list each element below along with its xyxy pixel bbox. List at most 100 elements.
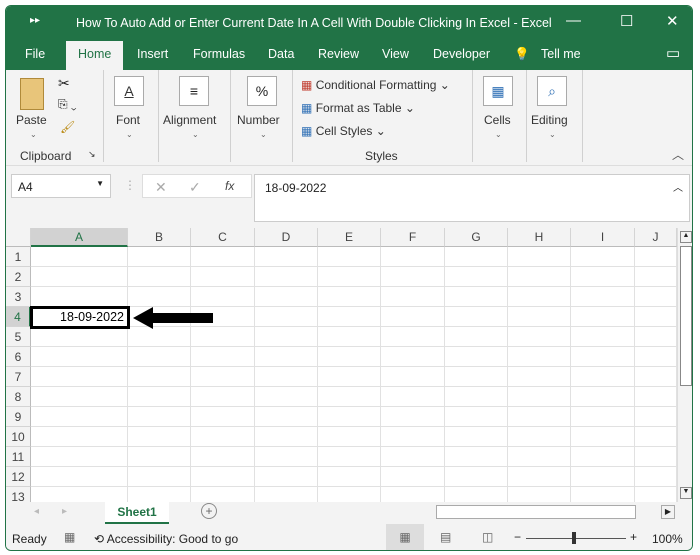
cell-A4[interactable]: 18-09-2022 xyxy=(30,306,130,329)
normal-view-icon[interactable]: ▦ xyxy=(386,524,424,550)
comment-icon[interactable]: ▭ xyxy=(666,44,680,62)
scroll-right-icon[interactable]: ▶ xyxy=(661,505,675,519)
column-header-F[interactable]: F xyxy=(381,228,445,247)
expand-formula-bar-icon[interactable]: ︿ xyxy=(673,179,683,194)
arrow-annotation xyxy=(133,307,215,332)
row-header-6[interactable]: 6 xyxy=(6,347,31,367)
tab-file[interactable]: File xyxy=(25,47,45,61)
search-icon[interactable]: ⌕ xyxy=(537,76,567,106)
accessibility-label: Accessibility: Good to go xyxy=(106,532,239,546)
zoom-out-button[interactable]: − xyxy=(514,530,521,544)
cells-group: ▦ Cells ⌄ xyxy=(473,70,527,162)
sheet-tab-sheet1[interactable]: Sheet1 xyxy=(105,502,169,524)
vertical-scrollbar[interactable]: ▲ ▼ xyxy=(677,228,692,502)
zoom-slider-handle[interactable] xyxy=(572,532,576,544)
name-box[interactable]: A4 ▼ xyxy=(11,174,111,198)
tab-developer[interactable]: Developer xyxy=(433,47,490,61)
font-icon[interactable]: A xyxy=(114,76,144,106)
zoom-slider[interactable] xyxy=(526,538,626,539)
tab-view[interactable]: View xyxy=(382,47,409,61)
tab-tell-me[interactable]: Tell me xyxy=(541,47,581,61)
next-sheet-icon[interactable]: ▸ xyxy=(62,506,67,517)
collapse-ribbon-icon[interactable]: ︿ xyxy=(672,146,684,163)
row-header-2[interactable]: 2 xyxy=(6,267,31,287)
close-button[interactable]: ✕ xyxy=(666,12,679,30)
cancel-icon[interactable]: ✕ xyxy=(155,179,167,196)
number-group: % Number ⌄ xyxy=(231,70,293,162)
clipboard-label: Clipboard xyxy=(20,149,72,163)
dialog-launcher-icon[interactable]: ↘ xyxy=(88,149,96,160)
row-header-3[interactable]: 3 xyxy=(6,287,31,307)
row-header-12[interactable]: 12 xyxy=(6,467,31,487)
row-header-5[interactable]: 5 xyxy=(6,327,31,347)
zoom-in-button[interactable]: + xyxy=(630,530,637,544)
tab-home[interactable]: Home xyxy=(66,41,124,70)
more-icon: ⋮ xyxy=(124,178,136,192)
column-header-J[interactable]: J xyxy=(635,228,677,247)
cut-icon[interactable]: ✂ xyxy=(58,75,70,92)
select-all-corner[interactable] xyxy=(6,228,31,247)
alignment-button[interactable]: Alignment xyxy=(163,113,216,127)
prev-sheet-icon[interactable]: ◂ xyxy=(34,506,39,517)
column-header-C[interactable]: C xyxy=(191,228,255,247)
row-header-8[interactable]: 8 xyxy=(6,387,31,407)
paste-icon[interactable] xyxy=(20,78,44,110)
tab-formulas[interactable]: Formulas xyxy=(193,47,245,61)
column-header-H[interactable]: H xyxy=(508,228,571,247)
formula-buttons: ✕ ✓ fx xyxy=(142,174,252,198)
insert-function-button[interactable]: fx xyxy=(225,179,234,193)
add-sheet-button[interactable]: + xyxy=(201,503,217,519)
alignment-icon[interactable]: ≡ xyxy=(179,76,209,106)
accessibility-status[interactable]: ⟲ Accessibility: Good to go xyxy=(94,532,238,546)
scroll-down-icon[interactable]: ▼ xyxy=(680,487,692,499)
row-header-4[interactable]: 4 xyxy=(6,307,31,327)
zoom-level[interactable]: 100% xyxy=(652,532,683,546)
chevron-down-icon[interactable]: ⌄ xyxy=(30,130,37,139)
column-header-A[interactable]: A xyxy=(31,228,128,247)
minimize-button[interactable]: — xyxy=(566,12,581,29)
maximize-button[interactable]: ☐ xyxy=(620,12,633,30)
enter-icon[interactable]: ✓ xyxy=(189,179,201,196)
window-title: How To Auto Add or Enter Current Date In… xyxy=(76,16,552,30)
column-header-E[interactable]: E xyxy=(318,228,381,247)
row-header-11[interactable]: 11 xyxy=(6,447,31,467)
scroll-thumb[interactable] xyxy=(680,246,692,386)
spreadsheet-grid[interactable]: A B C D E F G H I J 1 2 3 4 5 6 7 8 9 10 11 12 13 18-09-2022 ▲ ▼ xyxy=(6,228,692,507)
conditional-formatting-button[interactable]: ▦ Conditional Formatting ⌄ xyxy=(301,78,450,92)
tab-insert[interactable]: Insert xyxy=(137,47,168,61)
status-bar: Ready ▦ ⟲ Accessibility: Good to go ▦ ▤ … xyxy=(6,524,692,550)
row-header-10[interactable]: 10 xyxy=(6,427,31,447)
cells-icon[interactable]: ▦ xyxy=(483,76,513,106)
font-button[interactable]: Font xyxy=(116,113,140,127)
column-header-B[interactable]: B xyxy=(128,228,191,247)
number-button[interactable]: Number xyxy=(237,113,280,127)
horizontal-scrollbar[interactable] xyxy=(436,505,636,519)
editing-button[interactable]: Editing xyxy=(531,113,568,127)
row-header-7[interactable]: 7 xyxy=(6,367,31,387)
cells-button[interactable]: Cells xyxy=(484,113,511,127)
copy-icon[interactable]: ⎘ ⌄ xyxy=(58,97,77,112)
row-header-1[interactable]: 1 xyxy=(6,247,31,267)
format-as-table-button[interactable]: ▦ Format as Table ⌄ xyxy=(301,101,415,115)
format-painter-icon[interactable]: 🖌 xyxy=(60,120,75,134)
paste-button[interactable]: Paste xyxy=(16,113,47,127)
page-layout-icon[interactable]: ▤ xyxy=(440,530,451,544)
row-header-9[interactable]: 9 xyxy=(6,407,31,427)
scroll-up-icon[interactable]: ▲ xyxy=(680,231,692,243)
quick-access-toolbar[interactable]: ▸▸ xyxy=(30,15,40,26)
tab-data[interactable]: Data xyxy=(268,47,294,61)
macro-icon[interactable]: ▦ xyxy=(64,530,75,544)
column-header-D[interactable]: D xyxy=(255,228,318,247)
gridline xyxy=(31,426,677,427)
gridline xyxy=(31,466,677,467)
column-header-G[interactable]: G xyxy=(445,228,508,247)
tab-review[interactable]: Review xyxy=(318,47,359,61)
gridline xyxy=(31,446,677,447)
cell-styles-button[interactable]: ▦ Cell Styles ⌄ xyxy=(301,124,386,138)
percent-icon[interactable]: % xyxy=(247,76,277,106)
column-header-I[interactable]: I xyxy=(571,228,635,247)
formula-input[interactable]: 18-09-2022 ︿ xyxy=(254,174,690,222)
page-break-icon[interactable]: ◫ xyxy=(482,530,493,544)
chevron-down-icon: ⌄ xyxy=(495,130,502,139)
chevron-down-icon: ⌄ xyxy=(260,130,267,139)
